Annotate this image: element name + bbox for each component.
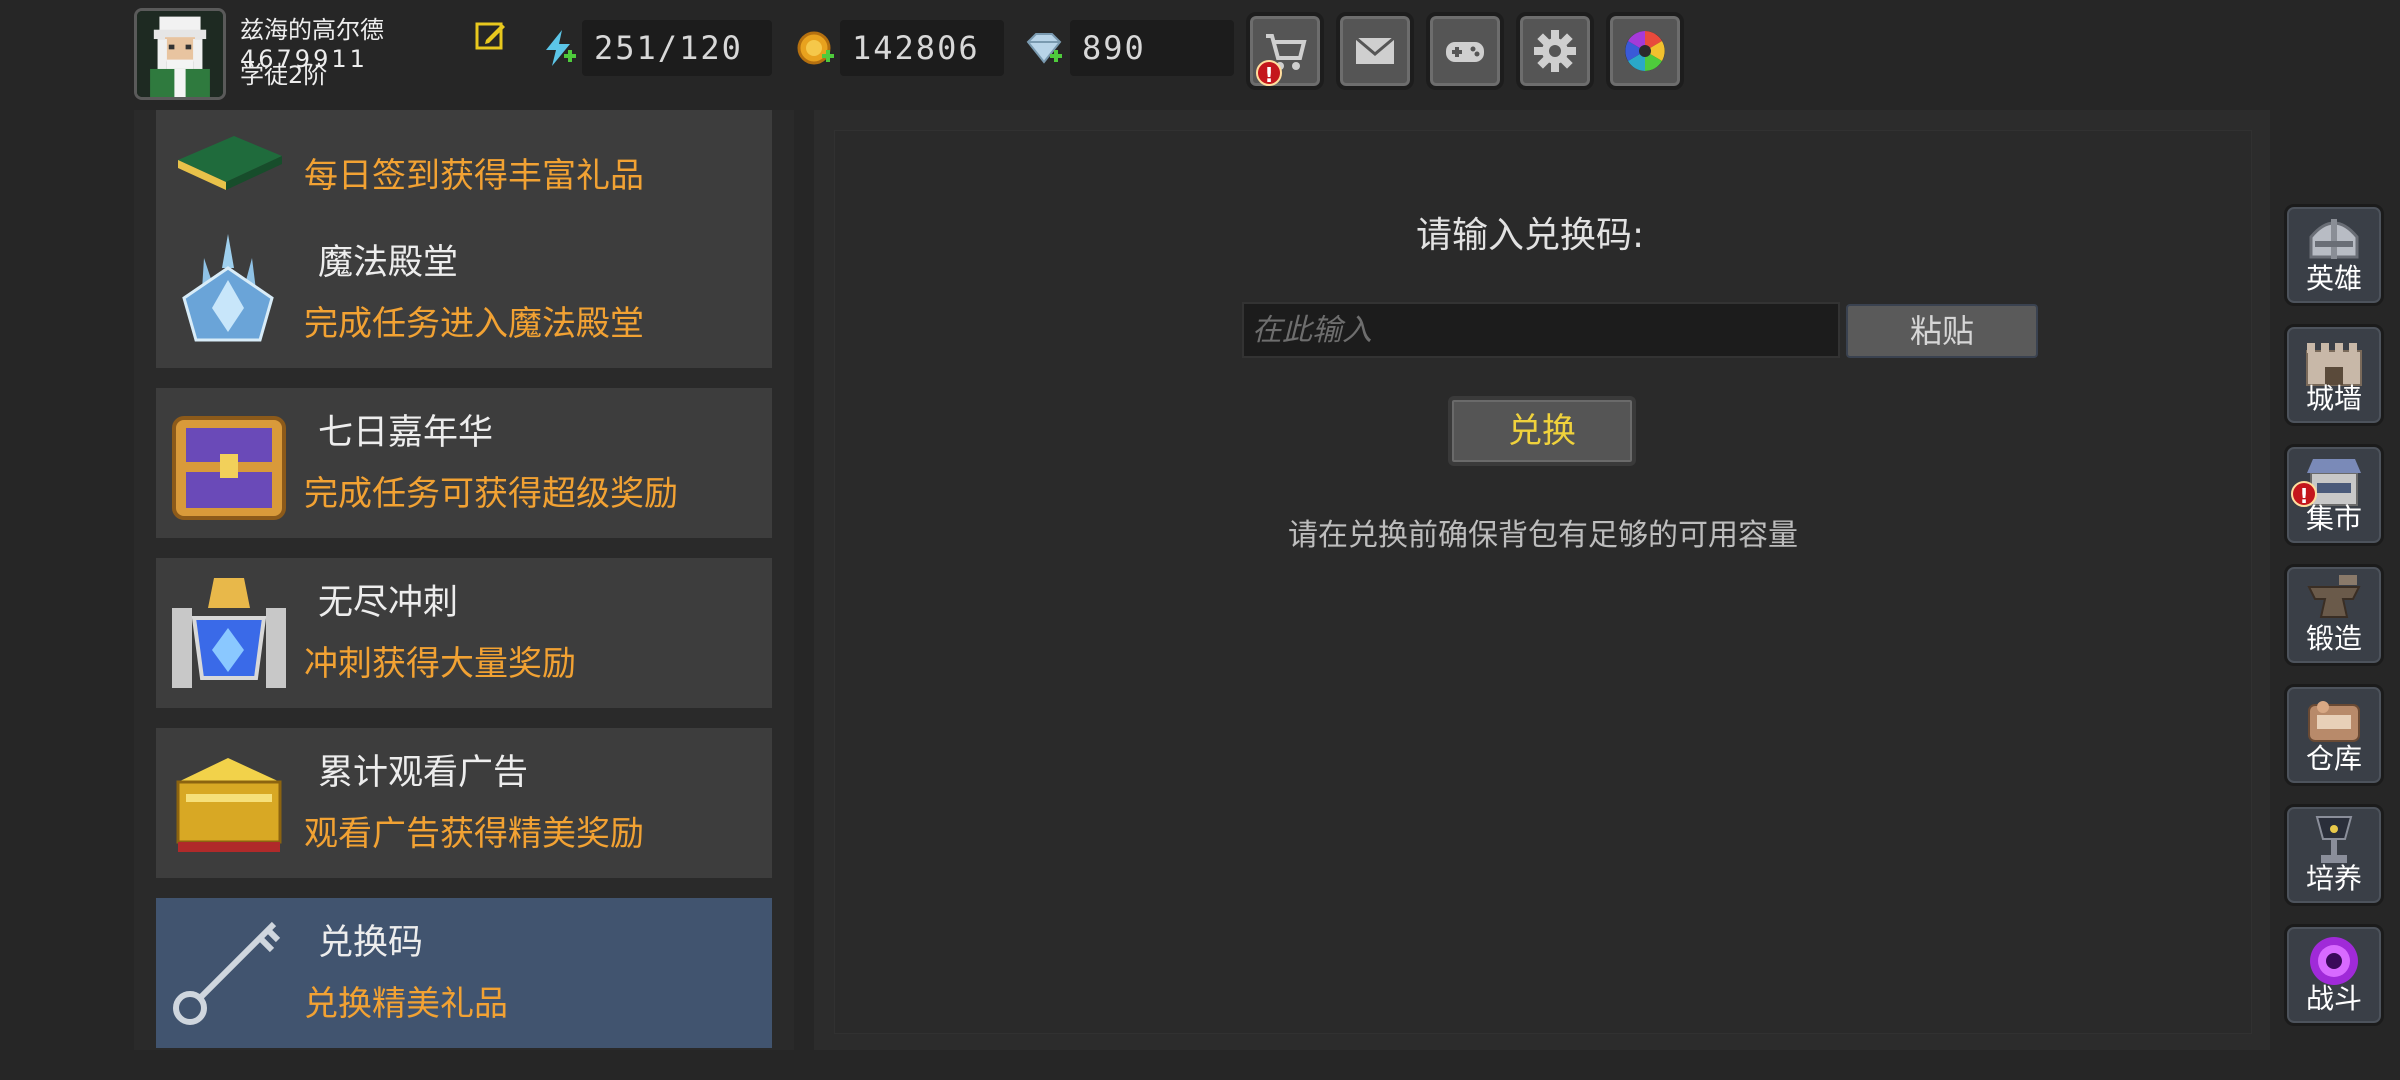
shop-alert-badge: ! bbox=[1256, 60, 1282, 87]
mail-icon bbox=[1355, 36, 1395, 64]
nav-battle[interactable]: 战斗 bbox=[2284, 924, 2384, 1026]
event-desc: 观看广告获得精美奖励 bbox=[304, 814, 644, 854]
gem-value: 890 bbox=[1070, 20, 1234, 76]
player-avatar[interactable] bbox=[134, 8, 226, 100]
event-title: 无尽冲刺 bbox=[318, 583, 459, 623]
shop-button[interactable]: ! bbox=[1246, 12, 1324, 90]
event-item-endless-sprint[interactable]: 无尽冲刺 冲刺获得大量奖励 bbox=[156, 558, 772, 708]
crystal-icon bbox=[182, 234, 274, 342]
event-item-daily-signin[interactable]: 每日签到获得丰富礼品 bbox=[156, 110, 772, 220]
player-rank: 学徒2阶 bbox=[240, 61, 328, 89]
redeem-button[interactable]: 兑换 bbox=[1448, 396, 1636, 466]
avatar-portrait-icon bbox=[137, 11, 223, 97]
event-title: 兑换码 bbox=[318, 923, 424, 963]
book-icon bbox=[178, 136, 282, 190]
mail-button[interactable] bbox=[1336, 12, 1414, 90]
nav-label: 锻造 bbox=[2305, 622, 2362, 655]
paste-button[interactable]: 粘贴 bbox=[1846, 304, 2038, 358]
gold-coin-icon bbox=[796, 28, 836, 68]
player-name: 兹海的高尔德 bbox=[240, 16, 384, 44]
event-list[interactable]: 每日签到获得丰富礼品 魔法殿堂 完成任务进入魔法殿堂 七日嘉年华 完成任务可获得… bbox=[134, 110, 794, 1050]
redeem-prompt: 请输入兑换码: bbox=[1416, 215, 1645, 256]
diamond-icon bbox=[1024, 28, 1064, 68]
nav-forge[interactable]: 锻造 bbox=[2284, 564, 2384, 666]
energy-value: 251/120 bbox=[582, 20, 772, 76]
event-item-seven-day-carnival[interactable]: 七日嘉年华 完成任务可获得超级奖励 bbox=[156, 388, 772, 538]
aperture-icon bbox=[1625, 31, 1665, 71]
gear-icon bbox=[1534, 30, 1576, 72]
event-desc: 每日签到获得丰富礼品 bbox=[304, 156, 644, 196]
event-title: 魔法殿堂 bbox=[318, 243, 459, 283]
nav-label: 战斗 bbox=[2305, 982, 2362, 1015]
event-desc: 完成任务进入魔法殿堂 bbox=[304, 304, 644, 344]
nav-market[interactable]: ! 集市 bbox=[2284, 444, 2384, 546]
edit-name-icon[interactable] bbox=[474, 18, 508, 52]
nav-cultivate[interactable]: 培养 bbox=[2284, 804, 2384, 906]
event-item-watch-ads[interactable]: 累计观看广告 观看广告获得精美奖励 bbox=[156, 728, 772, 878]
key-icon bbox=[173, 921, 281, 1025]
top-bar: 兹海的高尔德 4679911 学徒2阶 251/120 142806 890 ! bbox=[0, 0, 2400, 110]
trophy-icon bbox=[172, 578, 286, 688]
nav-label: 仓库 bbox=[2305, 742, 2362, 775]
gold-value: 142806 bbox=[840, 20, 1004, 76]
redeem-notice: 请在兑换前确保背包有足够的可用容量 bbox=[1288, 518, 1798, 553]
event-item-magic-hall[interactable]: 魔法殿堂 完成任务进入魔法殿堂 bbox=[156, 218, 772, 368]
nav-label: 英雄 bbox=[2305, 262, 2362, 295]
nav-label: 集市 bbox=[2305, 502, 2362, 535]
chest-icon bbox=[172, 416, 286, 520]
event-title: 累计观看广告 bbox=[318, 753, 529, 793]
redeem-panel bbox=[834, 130, 2252, 1034]
settings-button[interactable] bbox=[1516, 12, 1594, 90]
event-item-redeem-code[interactable]: 兑换码 兑换精美礼品 bbox=[156, 898, 772, 1048]
gold-chest-icon bbox=[176, 758, 282, 852]
energy-icon bbox=[538, 28, 578, 68]
event-desc: 冲刺获得大量奖励 bbox=[304, 644, 576, 684]
event-title: 七日嘉年华 bbox=[318, 413, 494, 453]
nav-label: 培养 bbox=[2305, 862, 2362, 895]
event-desc: 完成任务可获得超级奖励 bbox=[304, 474, 678, 514]
nav-wall[interactable]: 城墙 bbox=[2284, 324, 2384, 426]
nav-label: 城墙 bbox=[2305, 382, 2362, 415]
redeem-code-input[interactable] bbox=[1242, 302, 1840, 358]
nav-hero[interactable]: 英雄 bbox=[2284, 204, 2384, 306]
aperture-button[interactable] bbox=[1606, 12, 1684, 90]
gamepad-icon bbox=[1446, 42, 1484, 62]
gamepad-button[interactable] bbox=[1426, 12, 1504, 90]
nav-warehouse[interactable]: 仓库 bbox=[2284, 684, 2384, 786]
event-desc: 兑换精美礼品 bbox=[304, 984, 508, 1024]
